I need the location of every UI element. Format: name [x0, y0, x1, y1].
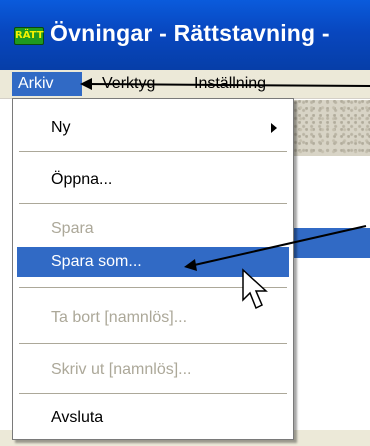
toolbar-background: [294, 100, 370, 156]
submenu-arrow-icon: [271, 123, 277, 133]
menu-item-skriv-ut: Skriv ut [namnlös]...: [51, 361, 192, 378]
selection-highlight-background: [294, 228, 370, 258]
menu-installning[interactable]: Inställning: [188, 72, 272, 96]
menu-item-spara: Spara: [51, 220, 94, 237]
menu-separator: [19, 203, 287, 205]
app-icon: RÄTT: [14, 27, 44, 45]
menu-item-ta-bort: Ta bort [namnlös]...: [51, 309, 188, 326]
arkiv-dropdown-menu: Ny Öppna... Spara Spara som... Ta bort […: [12, 98, 294, 440]
menu-arkiv[interactable]: Arkiv: [12, 72, 82, 96]
menu-separator: [19, 343, 287, 345]
window-title: Övningar - Rättstavning -: [50, 20, 330, 46]
title-bar[interactable]: RÄTT Övningar - Rättstavning -: [0, 0, 370, 70]
menu-separator: [19, 287, 287, 289]
menu-item-avsluta[interactable]: Avsluta: [17, 403, 289, 433]
menu-separator: [19, 151, 287, 153]
menu-verktyg[interactable]: Verktyg: [96, 72, 161, 96]
workspace-background: [294, 156, 370, 446]
menu-item-oppna[interactable]: Öppna...: [17, 165, 289, 195]
menu-item-ny[interactable]: Ny: [17, 113, 289, 143]
menu-bar: Arkiv Verktyg Inställning: [0, 70, 370, 99]
menu-item-spara-som[interactable]: Spara som...: [17, 247, 289, 277]
menu-separator: [19, 393, 287, 395]
